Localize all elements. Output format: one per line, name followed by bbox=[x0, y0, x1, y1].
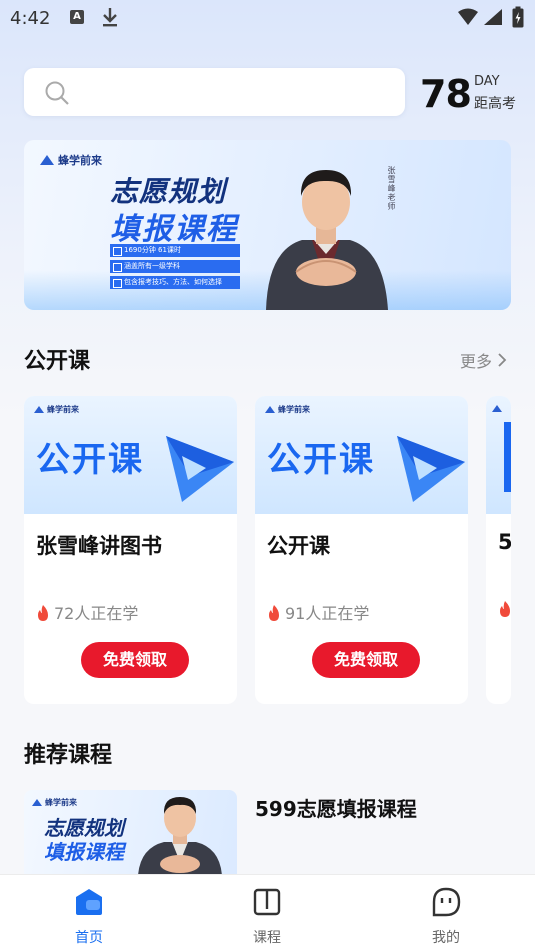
banner-logo: 蜂学前来 bbox=[40, 152, 102, 168]
logo-icon bbox=[32, 799, 42, 806]
signal-icon bbox=[483, 8, 503, 30]
chevron-right-icon bbox=[497, 352, 507, 371]
fire-icon bbox=[267, 604, 281, 626]
logo-icon bbox=[492, 405, 502, 412]
tab-label: 课程 bbox=[253, 930, 281, 946]
cover-title: 公开课 bbox=[36, 440, 144, 480]
banner-title-line2: 填报课程 bbox=[110, 212, 238, 247]
more-link[interactable]: 更多 bbox=[460, 348, 507, 372]
course-learners bbox=[498, 600, 511, 622]
notification-a-icon: A bbox=[70, 10, 84, 24]
banner-bullet: 1690分钟 61课时 bbox=[110, 244, 240, 257]
logo-icon bbox=[265, 406, 275, 413]
course-card[interactable]: 5 bbox=[486, 396, 511, 704]
logo-icon bbox=[40, 155, 54, 165]
more-label: 更多 bbox=[460, 352, 493, 371]
download-icon bbox=[101, 6, 119, 32]
play-icon bbox=[152, 418, 237, 512]
cover-logo: 蜂学前来 bbox=[265, 404, 310, 415]
home-icon bbox=[74, 887, 104, 921]
status-time: 4:42 bbox=[10, 8, 51, 29]
section-title-open-courses: 公开课 bbox=[24, 349, 91, 374]
battery-icon bbox=[512, 6, 524, 32]
learners-count: 72人正在学 bbox=[54, 604, 139, 623]
cover-logo bbox=[492, 404, 505, 413]
free-claim-button[interactable]: 免费领取 bbox=[81, 642, 189, 678]
search-input[interactable] bbox=[24, 68, 405, 116]
cover-logo-text: 蜂学前来 bbox=[47, 405, 79, 414]
tab-label: 首页 bbox=[75, 930, 103, 946]
cover-logo-text: 蜂学前来 bbox=[278, 405, 310, 414]
logo-icon bbox=[34, 406, 44, 413]
cover-logo: 蜂学前来 bbox=[34, 404, 79, 415]
banner-bullets: 1690分钟 61课时 涵盖所有一级学科 包含报考技巧、方法、如何选择 bbox=[110, 244, 240, 292]
course-cover bbox=[486, 396, 511, 514]
profile-icon bbox=[431, 887, 461, 921]
tab-profile[interactable]: 我的 bbox=[386, 875, 506, 952]
course-name: 5 bbox=[498, 530, 511, 554]
book-icon bbox=[252, 887, 282, 921]
course-name: 公开课 bbox=[267, 534, 330, 558]
course-cover: 蜂学前来 公开课 bbox=[24, 396, 237, 514]
bottom-tab-bar: 首页 课程 我的 bbox=[0, 874, 535, 952]
banner-bullet: 涵盖所有一级学科 bbox=[110, 260, 240, 273]
rec-cover-line2: 填报课程 bbox=[44, 840, 124, 864]
tab-home[interactable]: 首页 bbox=[29, 875, 149, 952]
learners-count: 91人正在学 bbox=[285, 604, 370, 623]
section-title-recommended: 推荐课程 bbox=[24, 743, 113, 768]
teacher-photo bbox=[256, 154, 396, 310]
banner-logo-text: 蜂学前来 bbox=[58, 154, 102, 167]
rec-logo-text: 蜂学前来 bbox=[45, 798, 77, 807]
promo-banner[interactable]: 蜂学前来 志愿规划 填报课程 1690分钟 61课时 涵盖所有一级学科 包含报考… bbox=[24, 140, 511, 310]
cover-title-fragment bbox=[504, 422, 511, 492]
recommended-course-cover[interactable]: 蜂学前来 志愿规划 填报课程 bbox=[24, 790, 237, 874]
teacher-photo bbox=[130, 792, 230, 874]
play-icon bbox=[383, 418, 468, 512]
cover-title: 公开课 bbox=[267, 440, 375, 480]
search-icon bbox=[44, 80, 70, 110]
rec-logo: 蜂学前来 bbox=[32, 797, 77, 808]
free-claim-button[interactable]: 免费领取 bbox=[312, 642, 420, 678]
countdown-label: 距高考 bbox=[474, 96, 516, 112]
countdown-unit: DAY bbox=[474, 74, 500, 89]
tab-courses[interactable]: 课程 bbox=[207, 875, 327, 952]
status-bar: 4:42 A bbox=[0, 0, 535, 36]
fire-icon bbox=[36, 604, 50, 626]
wifi-icon bbox=[457, 8, 479, 30]
course-card[interactable]: 蜂学前来 公开课 公开课 91人正在学 免费领取 bbox=[255, 396, 468, 704]
tab-label: 我的 bbox=[432, 930, 460, 946]
banner-side-text: 张雪峰老师 bbox=[387, 166, 396, 211]
fire-icon bbox=[498, 600, 511, 622]
course-card[interactable]: 蜂学前来 公开课 张雪峰讲图书 72人正在学 免费领取 bbox=[24, 396, 237, 704]
course-cover: 蜂学前来 公开课 bbox=[255, 396, 468, 514]
course-learners: 72人正在学 bbox=[36, 600, 138, 626]
course-name: 张雪峰讲图书 bbox=[36, 534, 162, 558]
course-learners: 91人正在学 bbox=[267, 600, 369, 626]
banner-bullet: 包含报考技巧、方法、如何选择 bbox=[110, 276, 240, 289]
recommended-course-title[interactable]: 599志愿填报课程 bbox=[255, 793, 417, 822]
countdown-number: 78 bbox=[420, 72, 472, 116]
